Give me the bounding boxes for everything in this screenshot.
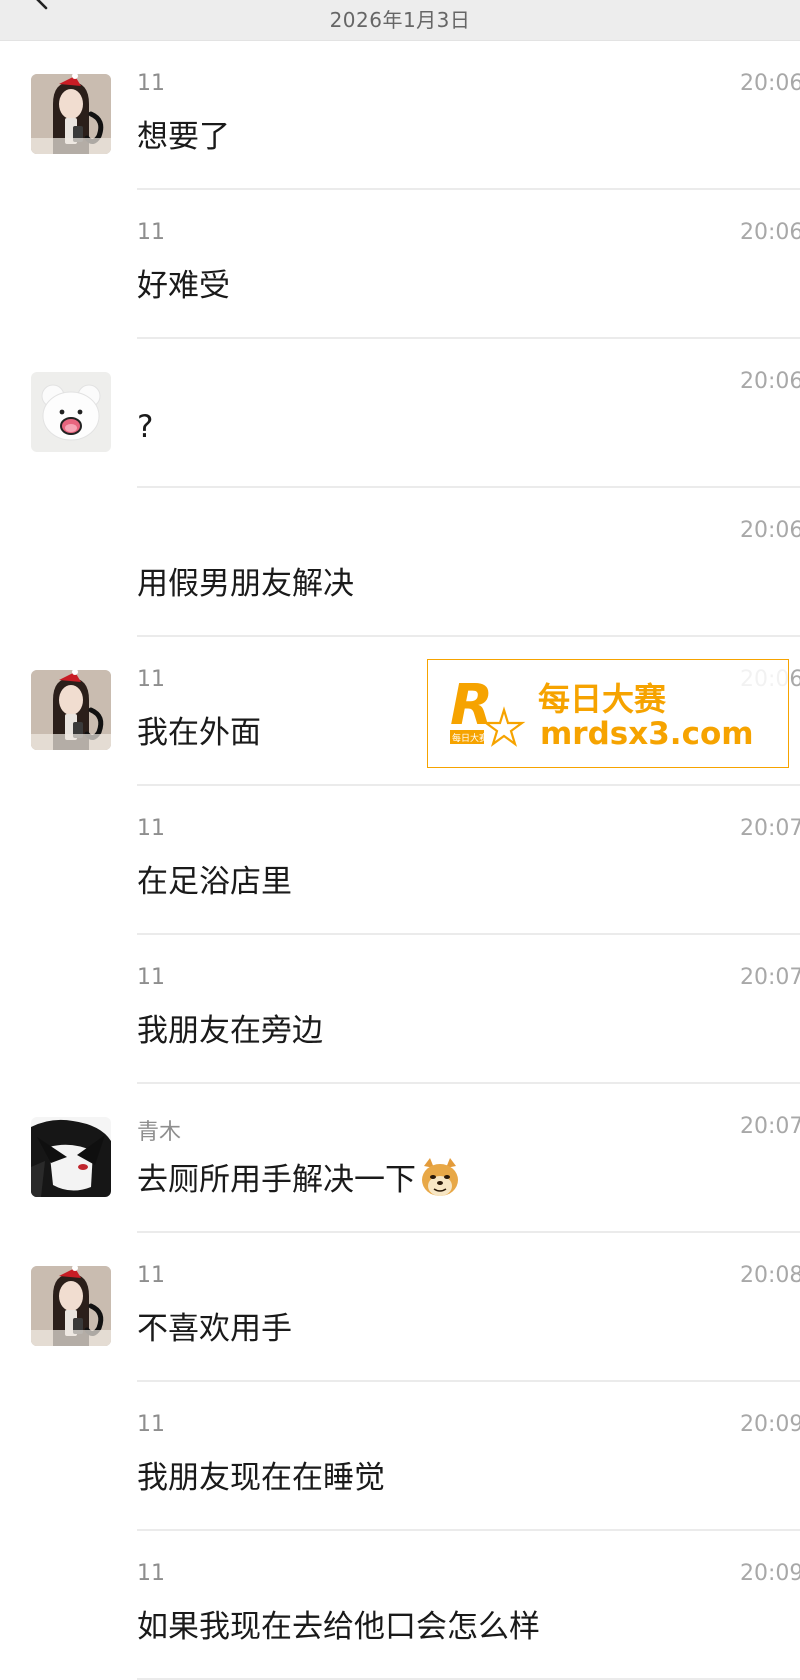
watermark-logo: R 每日大赛 xyxy=(450,674,526,747)
chat-header: 2026年1月3日 xyxy=(0,0,800,41)
message-text: 去厕所用手解决一下 xyxy=(137,1154,462,1200)
sender-name: 11 xyxy=(137,1412,165,1437)
message-item[interactable]: 11 20:06 好难受 xyxy=(0,190,800,339)
message-text-content: 如果我现在去给他口会怎么样 xyxy=(137,1609,540,1645)
sender-name: 11 xyxy=(137,1263,165,1288)
watermark: R 每日大赛 每日大赛 mrdsx3.com xyxy=(427,659,789,768)
message-text: 我朋友在旁边 xyxy=(137,1005,323,1050)
message-item[interactable]: 11 20:09 如果我现在去给他口会怎么样 xyxy=(0,1531,800,1680)
message-item[interactable]: 11 20:07 我朋友在旁边 xyxy=(0,935,800,1084)
message-item[interactable]: 20:06? xyxy=(0,339,800,488)
avatar[interactable] xyxy=(31,1266,111,1346)
message-time: 20:09 xyxy=(740,1561,800,1586)
message-text: 不喜欢用手 xyxy=(137,1303,292,1348)
message-text-content: 用假男朋友解决 xyxy=(137,566,354,602)
message-time: 20:06 xyxy=(740,71,800,96)
message-text: 在足浴店里 xyxy=(137,856,292,901)
sender-name: 11 xyxy=(137,816,165,841)
message-text: 用假男朋友解决 xyxy=(137,558,354,603)
message-text: 我朋友现在在睡觉 xyxy=(137,1452,385,1497)
message-text: 如果我现在去给他口会怎么样 xyxy=(137,1601,540,1646)
message-item[interactable]: 20:06 用假男朋友解决 xyxy=(0,488,800,637)
message-item[interactable]: 11 20:09 我朋友现在在睡觉 xyxy=(0,1382,800,1531)
message-time: 20:08 xyxy=(740,1263,800,1288)
avatar[interactable] xyxy=(31,670,111,750)
message-time: 20:06 xyxy=(740,518,800,543)
avatar[interactable] xyxy=(31,372,111,452)
message-text: 好难受 xyxy=(137,260,230,305)
message-item[interactable]: 11 20:06 想要了 xyxy=(0,41,800,190)
message-text-content: 我在外面 xyxy=(137,715,261,751)
svg-text:每日大赛: 每日大赛 xyxy=(452,732,488,744)
sender-name: 11 xyxy=(137,71,165,96)
message-time: 20:07 xyxy=(740,1114,800,1139)
message-time: 20:07 xyxy=(740,816,800,841)
message-text-content: 不喜欢用手 xyxy=(137,1311,292,1347)
message-text-content: 在足浴店里 xyxy=(137,864,292,900)
avatar[interactable] xyxy=(31,1117,111,1197)
message-text-content: 去厕所用手解决一下 xyxy=(137,1162,416,1198)
message-time: 20:06 xyxy=(740,369,800,394)
message-time: 20:06 xyxy=(740,220,800,245)
watermark-url: mrdsx3.com xyxy=(540,716,754,752)
message-text-content: 想要了 xyxy=(137,119,230,155)
message-time: 20:07 xyxy=(740,965,800,990)
header-date: 2026年1月3日 xyxy=(329,8,471,32)
message-time: 20:09 xyxy=(740,1412,800,1437)
sender-name: 11 xyxy=(137,667,165,692)
message-item[interactable]: 11 20:08 不喜欢用手 xyxy=(0,1233,800,1382)
avatar[interactable] xyxy=(31,74,111,154)
sender-name: 11 xyxy=(137,220,165,245)
svg-text:R: R xyxy=(450,674,493,738)
message-item[interactable]: 青木 20:07 去厕所用手解决一下 xyxy=(0,1084,800,1233)
sender-name: 11 xyxy=(137,1561,165,1586)
message-text-content: 我朋友在旁边 xyxy=(137,1013,323,1049)
doge-emoji xyxy=(422,1158,458,1196)
sender-name: 青木 xyxy=(137,1120,182,1145)
message-text: ? xyxy=(137,409,153,445)
sender-name: 11 xyxy=(137,965,165,990)
message-text-content: ? xyxy=(137,409,154,445)
message-text: 我在外面 xyxy=(137,707,261,752)
message-text: 想要了 xyxy=(137,111,230,156)
message-list: 11 20:06 想要了 11 20:06 好难受 20:06? 20:06 用假男朋友解决 … xyxy=(0,41,800,1680)
message-item[interactable]: 11 20:07 在足浴店里 xyxy=(0,786,800,935)
message-text-content: 好难受 xyxy=(137,268,230,304)
message-text-content: 我朋友现在在睡觉 xyxy=(137,1460,385,1496)
watermark-title: 每日大赛 xyxy=(538,680,667,718)
